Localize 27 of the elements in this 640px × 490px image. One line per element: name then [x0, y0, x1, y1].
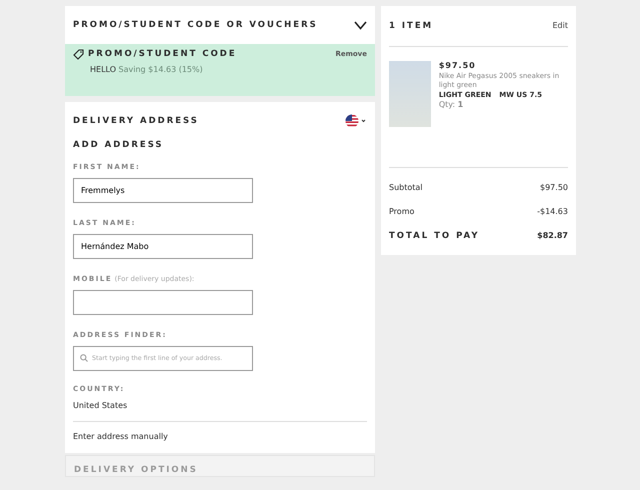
chevron-down-icon[interactable] — [354, 20, 367, 30]
shoe-photo-placeholder — [389, 61, 431, 127]
flag-dropdown-icon[interactable] — [345, 114, 367, 128]
promo-saving: Saving $14.63 (15%) — [118, 64, 203, 74]
total-label: TOTAL TO PAY — [389, 230, 480, 243]
summary-value: -$14.63 — [537, 206, 568, 218]
manual-entry-link[interactable]: Enter address manually — [73, 432, 168, 442]
input-field[interactable]: Fremmelys — [73, 178, 253, 203]
input-field[interactable]: Hernández Mabo — [73, 234, 253, 259]
promo-code: HELLO — [90, 64, 116, 74]
section-title: DELIVERY OPTIONS — [74, 464, 198, 476]
section-title: DELIVERY ADDRESS — [73, 114, 199, 128]
bag-title: 1 ITEM — [389, 20, 434, 32]
summary-value: $97.50 — [540, 182, 568, 194]
summary-label: Subtotal — [389, 182, 423, 194]
item-price: $97.50 — [438, 61, 477, 72]
search-icon — [80, 354, 88, 362]
total-value: $82.87 — [537, 230, 568, 242]
section-title: PROMO/STUDENT CODE OR VOUCHERS — [73, 18, 318, 32]
edit-link[interactable]: Edit — [552, 20, 568, 32]
input-field[interactable] — [73, 290, 253, 315]
tag-icon — [73, 48, 84, 60]
item-quantity: Qty: 1 — [438, 100, 464, 111]
promo-title: PROMO/STUDENT CODE — [88, 48, 237, 61]
country-value: United States — [73, 400, 128, 412]
subsection-title: ADD ADDRESS — [73, 139, 165, 152]
summary-label: Promo — [389, 206, 414, 218]
